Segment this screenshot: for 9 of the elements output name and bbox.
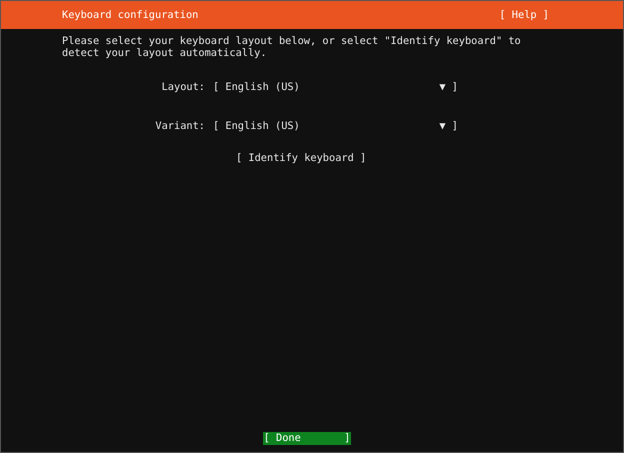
action-button[interactable]: [ Done ] — [262, 432, 352, 445]
field-label: Variant: — [154, 120, 205, 132]
identify-keyboard-button[interactable]: [ Identify keyboard ] — [236, 152, 366, 164]
screen-title: Keyboard configuration — [62, 9, 198, 21]
field-label: Layout: — [160, 81, 205, 93]
instructions-text: Please select your keyboard layout below, or select "Identify keyboard" to detect your layout automatically. — [62, 35, 522, 59]
dropdown-field[interactable]: [ English (US) ▼ ] — [213, 120, 458, 132]
dropdown-field[interactable]: [ English (US) ▼ ] — [213, 81, 458, 93]
help-button[interactable]: [ Help ] — [499, 9, 549, 21]
